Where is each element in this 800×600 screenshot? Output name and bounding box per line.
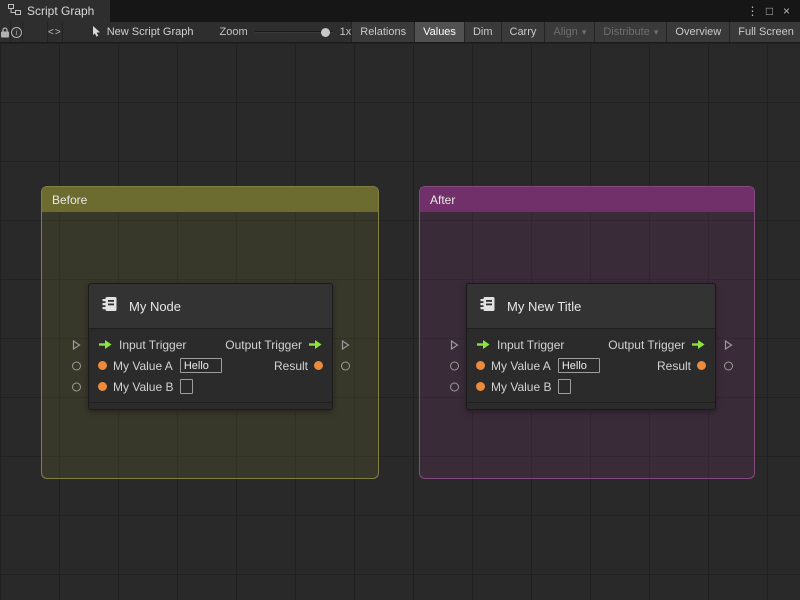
toolbar-button-values[interactable]: Values xyxy=(414,22,464,42)
cursor-icon xyxy=(91,25,102,40)
distribute-label: Distribute xyxy=(603,26,650,38)
port-label: Result xyxy=(273,358,308,373)
zoom-value: 1x xyxy=(339,26,352,38)
value-port-icon[interactable] xyxy=(476,382,485,391)
external-flow-port[interactable] xyxy=(450,339,459,350)
external-flow-port[interactable] xyxy=(341,339,350,350)
chevron-down-icon: ▾ xyxy=(653,26,659,37)
group-header[interactable]: Before xyxy=(42,187,378,212)
node-header[interactable]: My Node xyxy=(89,284,332,329)
port-label: My Value B xyxy=(491,379,552,394)
lock-icon xyxy=(1,26,9,37)
value-b-input[interactable] xyxy=(180,379,194,394)
port-label: Output Trigger xyxy=(225,337,302,352)
port-label: Input Trigger xyxy=(497,337,565,352)
zoom-slider[interactable] xyxy=(254,25,333,39)
toolbar-button-fullscreen[interactable]: Full Screen xyxy=(729,22,800,42)
node-footer xyxy=(467,402,715,409)
port-row-value-a: My Value A Result xyxy=(450,355,733,376)
node-header[interactable]: My New Title xyxy=(467,284,715,329)
info-icon: i xyxy=(11,26,22,38)
chevron-down-icon: ▾ xyxy=(581,26,587,37)
maximize-icon[interactable]: □ xyxy=(761,2,778,20)
script-graph-window: { "window": { "tab_title": "Script Graph… xyxy=(0,0,800,600)
external-flow-port[interactable] xyxy=(724,339,733,350)
kebab-menu-icon[interactable]: ⋮ xyxy=(744,2,761,20)
flow-out-port-icon[interactable] xyxy=(308,339,323,350)
unit-icon xyxy=(100,294,120,319)
toolbar-button-relations[interactable]: Relations xyxy=(351,22,415,42)
value-port-icon[interactable] xyxy=(476,361,485,370)
flow-out-port-icon[interactable] xyxy=(691,339,706,350)
zoom-control: Zoom 1x xyxy=(220,22,352,42)
toolbar-buttons: Relations Values Dim Carry Align ▾ Distr… xyxy=(351,22,800,42)
external-value-port[interactable] xyxy=(341,361,350,370)
unit-icon xyxy=(478,294,498,319)
external-value-port[interactable] xyxy=(72,361,81,370)
port-row-value-b: My Value B xyxy=(72,376,332,397)
node-body: Input Trigger Output Trigger My Value A … xyxy=(72,329,350,402)
external-flow-port[interactable] xyxy=(72,339,81,350)
toolbar-button-dim[interactable]: Dim xyxy=(463,22,501,42)
graph-canvas[interactable]: Before After My Node Input Trigger Outpu… xyxy=(0,43,800,600)
group-header[interactable]: After xyxy=(420,187,754,212)
port-label: Input Trigger xyxy=(119,337,187,352)
toolbar-button-overview[interactable]: Overview xyxy=(666,22,730,42)
node-title: My Node xyxy=(129,298,182,314)
node-footer xyxy=(89,402,332,409)
titlebar: Script Graph ⋮ □ × xyxy=(0,0,800,22)
value-port-icon[interactable] xyxy=(98,382,107,391)
graph-name[interactable]: New Script Graph xyxy=(91,22,194,42)
port-label: My Value A xyxy=(491,358,551,373)
node-my-new-title[interactable]: My New Title Input Trigger Output Trigge… xyxy=(450,283,733,410)
port-row-trigger: Input Trigger Output Trigger xyxy=(450,334,733,355)
external-value-port[interactable] xyxy=(72,382,81,391)
port-row-trigger: Input Trigger Output Trigger xyxy=(72,334,350,355)
external-value-port[interactable] xyxy=(450,361,459,370)
toolbar-button-carry[interactable]: Carry xyxy=(500,22,545,42)
value-port-icon[interactable] xyxy=(314,361,323,370)
node-title: My New Title xyxy=(507,298,582,314)
graph-name-label: New Script Graph xyxy=(106,26,194,38)
flow-in-port-icon[interactable] xyxy=(476,339,491,350)
external-value-port[interactable] xyxy=(724,361,733,370)
tab-title: Script Graph xyxy=(27,4,95,18)
value-a-input[interactable] xyxy=(179,358,222,373)
value-port-icon[interactable] xyxy=(98,361,107,370)
close-icon[interactable]: × xyxy=(778,2,795,20)
toolbar-button-distribute[interactable]: Distribute ▾ xyxy=(594,22,667,42)
port-row-value-a: My Value A Result xyxy=(72,355,350,376)
toolbar-button-align[interactable]: Align ▾ xyxy=(544,22,595,42)
value-b-input[interactable] xyxy=(558,379,572,394)
zoom-label: Zoom xyxy=(219,26,248,38)
lock-button[interactable] xyxy=(0,22,11,42)
node-my-node[interactable]: My Node Input Trigger Output Trigger My … xyxy=(72,283,350,410)
graph-toolbar: i <> New Script Graph Zoom 1x Relations … xyxy=(0,22,800,43)
graph-tab-icon xyxy=(8,4,21,18)
zoom-slider-knob[interactable] xyxy=(320,28,330,37)
external-value-port[interactable] xyxy=(450,382,459,391)
port-row-value-b: My Value B xyxy=(450,376,715,397)
value-a-input[interactable] xyxy=(557,358,600,373)
port-label: Result xyxy=(656,358,691,373)
value-port-icon[interactable] xyxy=(697,361,706,370)
port-label: My Value B xyxy=(113,379,174,394)
node-body: Input Trigger Output Trigger My Value A … xyxy=(450,329,733,402)
align-label: Align xyxy=(553,26,578,38)
port-label: My Value A xyxy=(113,358,173,373)
tab-script-graph[interactable]: Script Graph xyxy=(0,0,111,22)
flow-in-port-icon[interactable] xyxy=(98,339,113,350)
code-view-button[interactable]: <> xyxy=(47,22,63,42)
info-button[interactable]: i xyxy=(11,22,23,42)
port-label: Output Trigger xyxy=(608,337,685,352)
window-controls: ⋮ □ × xyxy=(744,0,800,22)
